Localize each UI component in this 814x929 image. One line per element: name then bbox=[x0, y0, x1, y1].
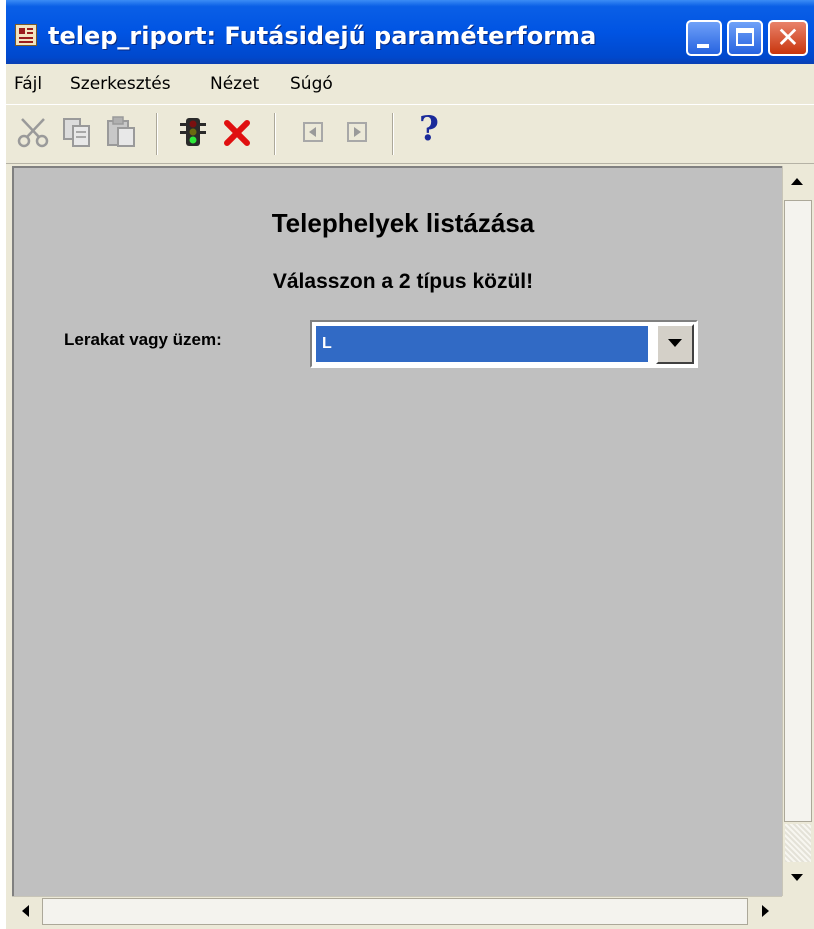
toolbar: ? bbox=[6, 104, 814, 164]
cut-icon[interactable] bbox=[16, 115, 50, 149]
dropdown-button[interactable] bbox=[656, 324, 694, 364]
toolbar-separator bbox=[392, 113, 394, 155]
chevron-down-icon bbox=[668, 339, 682, 347]
toolbar-separator bbox=[274, 113, 276, 155]
close-button[interactable]: ✕ bbox=[768, 20, 808, 56]
scrollbar-corner bbox=[782, 896, 812, 926]
vertical-scroll-thumb[interactable] bbox=[784, 200, 812, 822]
paste-icon[interactable] bbox=[104, 115, 138, 149]
cancel-icon[interactable] bbox=[220, 115, 254, 149]
report-app-icon[interactable] bbox=[15, 24, 37, 46]
page-title: Telephelyek listázása bbox=[271, 208, 535, 238]
vertical-scrollbar[interactable] bbox=[782, 166, 813, 896]
minimize-icon bbox=[697, 44, 709, 48]
toolbar-separator bbox=[156, 113, 158, 155]
horizontal-scroll-thumb[interactable] bbox=[42, 898, 748, 925]
title-bar[interactable]: telep_riport: Futásidejű paraméterforma … bbox=[6, 0, 814, 64]
maximize-icon bbox=[736, 28, 754, 46]
run-traffic-light-icon[interactable] bbox=[176, 115, 210, 149]
scroll-left-button[interactable] bbox=[12, 897, 42, 925]
parameter-form: Telephelyek listázása Válasszon a 2 típu… bbox=[12, 166, 782, 896]
scroll-up-button[interactable] bbox=[783, 166, 813, 200]
maximize-button[interactable] bbox=[727, 20, 763, 56]
help-icon[interactable]: ? bbox=[412, 109, 446, 149]
arrow-right-icon bbox=[762, 905, 769, 917]
menu-item-view[interactable]: Nézet bbox=[210, 74, 259, 94]
menu-item-help[interactable]: Súgó bbox=[290, 74, 333, 94]
close-icon: ✕ bbox=[776, 21, 800, 54]
scroll-down-button[interactable] bbox=[783, 862, 813, 896]
site-type-select[interactable]: L bbox=[310, 320, 698, 368]
application-window: telep_riport: Futásidejű paraméterforma … bbox=[6, 0, 814, 929]
page-subtitle: Válasszon a 2 típus közül! bbox=[272, 270, 534, 293]
menu-item-edit[interactable]: Szerkesztés bbox=[70, 74, 171, 94]
copy-icon[interactable] bbox=[60, 115, 94, 149]
site-type-select-value[interactable]: L bbox=[316, 326, 648, 362]
previous-icon[interactable] bbox=[296, 115, 330, 149]
site-type-label: Lerakat vagy üzem: bbox=[64, 330, 222, 349]
arrow-down-icon bbox=[791, 874, 803, 881]
horizontal-scrollbar[interactable] bbox=[12, 896, 782, 926]
arrow-up-icon bbox=[791, 178, 803, 185]
menu-bar: Fájl Szerkesztés Nézet Súgó bbox=[6, 64, 814, 102]
menu-item-file[interactable]: Fájl bbox=[14, 74, 42, 94]
vertical-scroll-track[interactable] bbox=[785, 824, 811, 862]
minimize-button[interactable] bbox=[686, 20, 722, 56]
window-title: telep_riport: Futásidejű paraméterforma bbox=[48, 22, 597, 50]
scroll-right-button[interactable] bbox=[750, 897, 780, 925]
arrow-left-icon bbox=[22, 905, 29, 917]
next-icon[interactable] bbox=[340, 115, 374, 149]
